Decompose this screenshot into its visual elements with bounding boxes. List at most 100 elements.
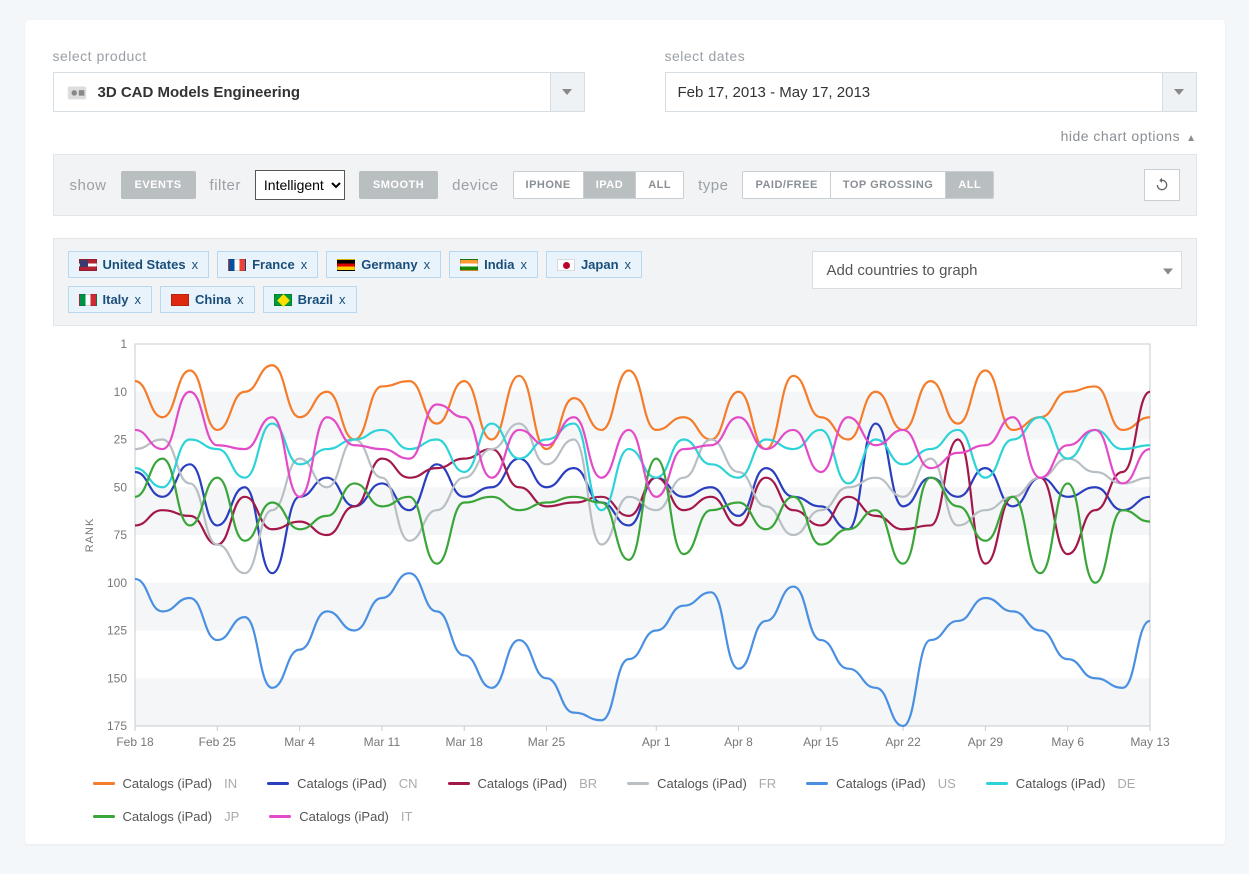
svg-text:Feb 18: Feb 18 bbox=[116, 735, 154, 749]
device-label: device bbox=[452, 177, 498, 194]
hide-chart-options-toggle[interactable]: hide chart options▲ bbox=[53, 128, 1197, 144]
svg-text:Apr 1: Apr 1 bbox=[641, 735, 670, 749]
type-pills-all[interactable]: ALL bbox=[946, 172, 993, 198]
chevron-down-icon bbox=[550, 73, 584, 111]
legend-item-jp[interactable]: Catalogs (iPad)JP bbox=[93, 809, 240, 824]
refresh-icon bbox=[1154, 177, 1170, 193]
dashboard-card: select product 3D CAD Models Engineering… bbox=[25, 20, 1225, 844]
svg-text:50: 50 bbox=[113, 480, 127, 494]
device-pill-group: IPHONEIPADALL bbox=[513, 171, 685, 199]
svg-text:May 6: May 6 bbox=[1051, 735, 1084, 749]
svg-text:Mar 25: Mar 25 bbox=[527, 735, 565, 749]
product-group: select product 3D CAD Models Engineering bbox=[53, 48, 585, 112]
legend-item-fr[interactable]: Catalogs (iPad)FR bbox=[627, 776, 776, 791]
remove-icon: x bbox=[301, 257, 308, 272]
selectors-row: select product 3D CAD Models Engineering… bbox=[53, 48, 1197, 112]
flag-icon-in bbox=[460, 259, 478, 271]
svg-text:Apr 22: Apr 22 bbox=[885, 735, 921, 749]
svg-text:Mar 4: Mar 4 bbox=[284, 735, 315, 749]
product-select[interactable]: 3D CAD Models Engineering bbox=[53, 72, 585, 112]
svg-text:Apr 29: Apr 29 bbox=[967, 735, 1003, 749]
countries-bar: United States x France x Germany x India x J… bbox=[53, 238, 1197, 326]
events-button[interactable]: EVENTS bbox=[121, 171, 196, 199]
svg-text:150: 150 bbox=[106, 671, 126, 685]
legend-item-us[interactable]: Catalogs (iPad)US bbox=[806, 776, 956, 791]
country-tag-jp[interactable]: Japan x bbox=[546, 251, 642, 278]
svg-text:175: 175 bbox=[106, 719, 126, 733]
flag-icon-br bbox=[274, 294, 292, 306]
smooth-button[interactable]: SMOOTH bbox=[359, 171, 438, 199]
country-tag-de[interactable]: Germany x bbox=[326, 251, 441, 278]
flag-icon-us bbox=[79, 259, 97, 271]
legend-item-in[interactable]: Catalogs (iPad)IN bbox=[93, 776, 238, 791]
svg-text:100: 100 bbox=[106, 576, 126, 590]
legend-swatch bbox=[806, 782, 828, 785]
legend-swatch bbox=[93, 815, 115, 818]
flag-icon-cn bbox=[171, 294, 189, 306]
svg-text:Mar 18: Mar 18 bbox=[445, 735, 483, 749]
svg-text:10: 10 bbox=[113, 385, 127, 399]
dates-group: select dates Feb 17, 2013 - May 17, 2013 bbox=[665, 48, 1197, 112]
refresh-button[interactable] bbox=[1144, 169, 1180, 201]
flag-icon-it bbox=[79, 294, 97, 306]
country-tags: United States x France x Germany x India x J… bbox=[68, 251, 708, 313]
show-label: show bbox=[70, 177, 107, 194]
svg-text:125: 125 bbox=[106, 624, 126, 638]
remove-icon: x bbox=[339, 292, 346, 307]
filter-label: filter bbox=[210, 177, 241, 194]
remove-icon: x bbox=[192, 257, 199, 272]
add-country-placeholder: Add countries to graph bbox=[827, 262, 978, 279]
filter-select[interactable]: Intelligent bbox=[255, 170, 345, 200]
legend-swatch bbox=[93, 782, 115, 785]
svg-text:Feb 25: Feb 25 bbox=[198, 735, 236, 749]
dates-select[interactable]: Feb 17, 2013 - May 17, 2013 bbox=[665, 72, 1197, 112]
country-tag-us[interactable]: United States x bbox=[68, 251, 210, 278]
chart-options-bar: show EVENTS filter Intelligent SMOOTH de… bbox=[53, 154, 1197, 216]
product-value: 3D CAD Models Engineering bbox=[98, 84, 301, 101]
legend-item-de[interactable]: Catalogs (iPad)DE bbox=[986, 776, 1136, 791]
country-tag-br[interactable]: Brazil x bbox=[263, 286, 357, 313]
device-pills-ipad[interactable]: IPAD bbox=[584, 172, 636, 198]
flag-icon-fr bbox=[228, 259, 246, 271]
flag-icon-de bbox=[337, 259, 355, 271]
chevron-down-icon bbox=[1162, 73, 1196, 111]
legend-swatch bbox=[267, 782, 289, 785]
flag-icon-jp bbox=[557, 259, 575, 271]
country-tag-it[interactable]: Italy x bbox=[68, 286, 153, 313]
triangle-up-icon: ▲ bbox=[1186, 133, 1196, 144]
app-icon bbox=[66, 81, 88, 103]
product-label: select product bbox=[53, 48, 585, 64]
add-country-select[interactable]: Add countries to graph bbox=[812, 251, 1182, 289]
legend-swatch bbox=[269, 815, 291, 818]
legend-swatch bbox=[627, 782, 649, 785]
country-tag-in[interactable]: India x bbox=[449, 251, 538, 278]
svg-text:May 13: May 13 bbox=[1130, 735, 1170, 749]
svg-text:Apr 8: Apr 8 bbox=[724, 735, 753, 749]
svg-text:1: 1 bbox=[120, 337, 127, 351]
legend-swatch bbox=[986, 782, 1008, 785]
type-pills-paidfree[interactable]: PAID/FREE bbox=[743, 172, 830, 198]
legend-swatch bbox=[448, 782, 470, 785]
device-pills-all[interactable]: ALL bbox=[636, 172, 683, 198]
country-tag-cn[interactable]: China x bbox=[160, 286, 255, 313]
remove-icon: x bbox=[237, 292, 244, 307]
dates-label: select dates bbox=[665, 48, 1197, 64]
rank-chart: 110255075100125150175RANKFeb 18Feb 25Mar… bbox=[53, 336, 1197, 766]
svg-text:Apr 15: Apr 15 bbox=[803, 735, 839, 749]
device-pills-iphone[interactable]: IPHONE bbox=[514, 172, 584, 198]
chevron-down-icon bbox=[1163, 262, 1173, 279]
svg-text:Mar 11: Mar 11 bbox=[363, 735, 400, 749]
type-pills-topgrossing[interactable]: TOP GROSSING bbox=[831, 172, 947, 198]
legend-item-it[interactable]: Catalogs (iPad)IT bbox=[269, 809, 412, 824]
remove-icon: x bbox=[625, 257, 632, 272]
remove-icon: x bbox=[424, 257, 431, 272]
svg-text:75: 75 bbox=[113, 528, 127, 542]
remove-icon: x bbox=[135, 292, 142, 307]
legend-item-br[interactable]: Catalogs (iPad)BR bbox=[448, 776, 598, 791]
dates-value: Feb 17, 2013 - May 17, 2013 bbox=[678, 84, 871, 101]
country-tag-fr[interactable]: France x bbox=[217, 251, 318, 278]
type-pill-group: PAID/FREETOP GROSSINGALL bbox=[742, 171, 994, 199]
svg-text:RANK: RANK bbox=[84, 518, 96, 553]
chart-legend: Catalogs (iPad)IN Catalogs (iPad)CN Catalo… bbox=[53, 766, 1197, 824]
legend-item-cn[interactable]: Catalogs (iPad)CN bbox=[267, 776, 417, 791]
